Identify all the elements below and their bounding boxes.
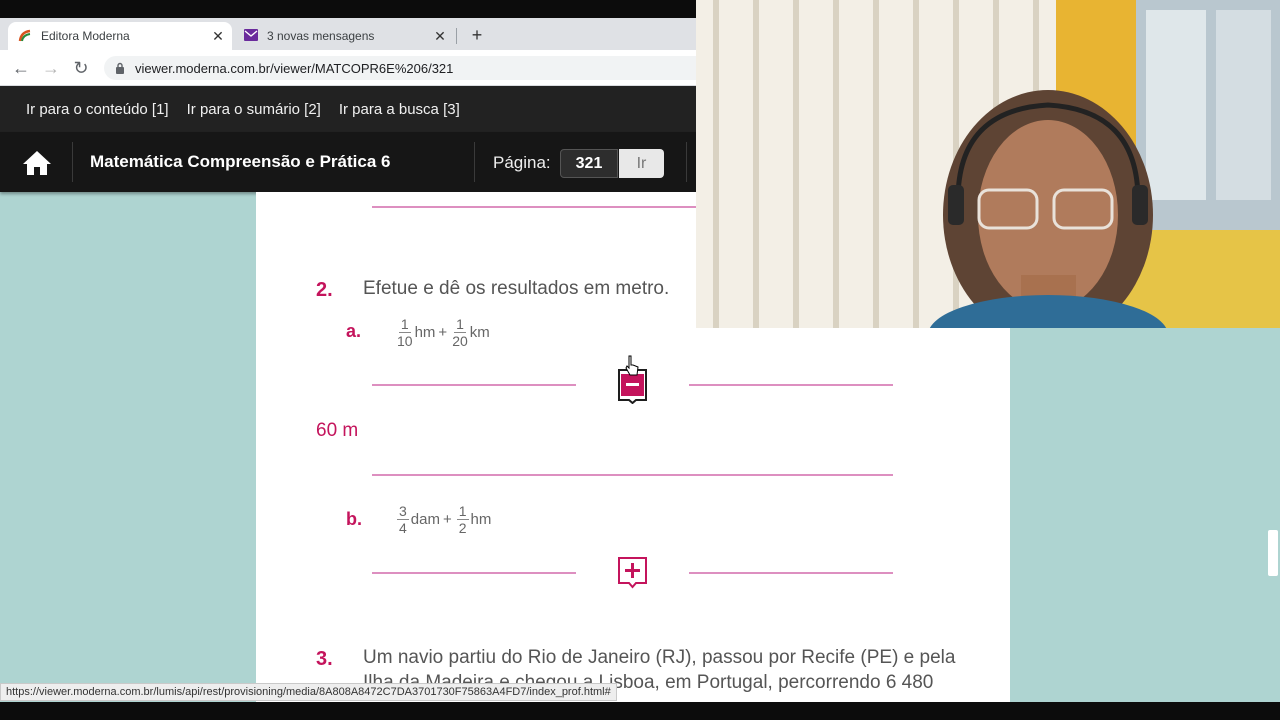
item-a-answer: 60 m <box>316 420 359 441</box>
item-a-expression: 1 10 hm + 1 20 km <box>397 316 490 349</box>
question-2-text: Efetue e dê os resultados em metro. <box>363 278 670 299</box>
tab-mensagens[interactable]: 3 novas mensagens ✕ <box>236 22 454 50</box>
url-text: viewer.moderna.com.br/viewer/MATCOPR6E%2… <box>135 60 454 76</box>
close-tab-icon[interactable]: ✕ <box>210 28 226 45</box>
item-b-expression: 34 dam + 12 hm <box>397 503 492 536</box>
forward-button[interactable]: → <box>40 57 62 79</box>
header-divider <box>72 142 73 182</box>
lock-icon <box>115 62 125 74</box>
mail-icon <box>244 29 258 43</box>
expand-answer-icon[interactable] <box>617 556 648 589</box>
close-tab-icon[interactable]: ✕ <box>432 28 448 45</box>
url-field[interactable]: viewer.moderna.com.br/viewer/MATCOPR6E%2… <box>104 56 696 80</box>
tab-separator <box>456 28 457 44</box>
item-b-letter: b. <box>346 509 362 529</box>
header-divider <box>686 142 687 182</box>
skip-links-bar: Ir para o conteúdo [1] Ir para o sumário… <box>0 86 696 132</box>
question-3-number: 3. <box>316 648 333 670</box>
status-url-bar: https://viewer.moderna.com.br/lumis/api/… <box>0 683 617 701</box>
item-a-letter: a. <box>346 321 362 341</box>
skip-to-summary-link[interactable]: Ir para o sumário [2] <box>187 101 321 118</box>
answer-rule <box>689 384 893 386</box>
book-title: Matemática Compreensão e Prática 6 <box>90 152 391 171</box>
scrollbar-track[interactable] <box>1266 328 1280 702</box>
question-2-number: 2. <box>316 279 333 301</box>
new-tab-button[interactable]: + <box>466 24 488 46</box>
skip-to-content-link[interactable]: Ir para o conteúdo [1] <box>26 101 169 118</box>
reload-button[interactable]: ↻ <box>70 57 92 79</box>
moderna-logo-icon <box>18 29 32 43</box>
header-divider <box>474 142 475 182</box>
page-number-input[interactable]: 321 <box>560 149 618 178</box>
webcam-video-overlay <box>696 0 1280 328</box>
answer-rule <box>372 474 893 476</box>
back-button[interactable]: ← <box>10 57 32 79</box>
skip-to-search-link[interactable]: Ir para a busca [3] <box>339 101 460 118</box>
answer-rule <box>372 384 576 386</box>
answer-rule <box>372 206 696 208</box>
go-to-page-button[interactable]: Ir <box>619 149 664 178</box>
tab-title: Editora Moderna <box>41 29 130 43</box>
tab-editora-moderna[interactable]: Editora Moderna ✕ <box>8 22 232 50</box>
answer-rule <box>372 572 576 574</box>
scrollbar-thumb[interactable] <box>1268 530 1278 576</box>
hand-cursor-icon <box>625 355 639 377</box>
tab-title: 3 novas mensagens <box>267 29 375 43</box>
question-3-line-1: Um navio partiu do Rio de Janeiro (RJ), … <box>363 647 956 668</box>
bottom-black-strip <box>0 702 1280 720</box>
answer-rule <box>689 572 893 574</box>
page-label: Página: <box>493 153 551 172</box>
home-icon[interactable] <box>22 149 52 177</box>
